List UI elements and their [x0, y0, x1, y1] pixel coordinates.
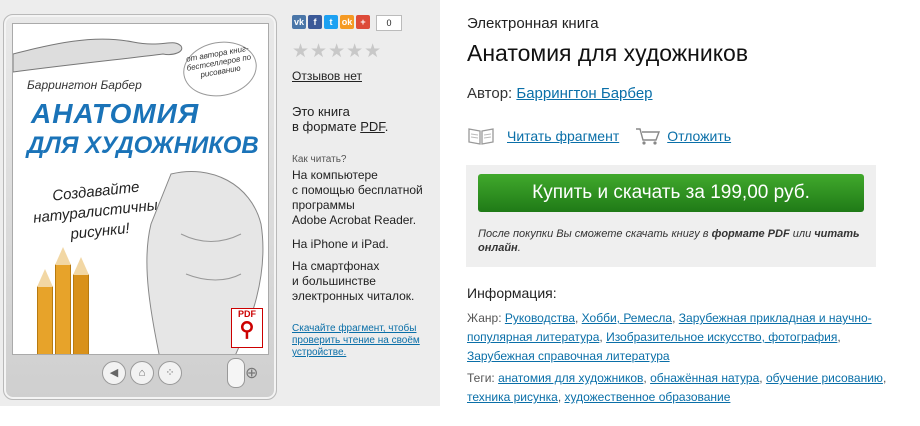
read-fragment-link[interactable]: Читать фрагмент — [507, 128, 619, 144]
social-share: vk f t ok + 0 — [292, 15, 402, 31]
pdf-icon: PDF ⚲ — [231, 308, 263, 348]
genre-link[interactable]: Изобразительное искусство, фотография — [606, 330, 837, 344]
prev-page-button[interactable]: ◀ — [102, 361, 126, 385]
info-heading: Информация: — [467, 285, 557, 301]
howto-smartphones: На смартфонах и большинстве электронных … — [292, 259, 415, 303]
genre-link[interactable]: Зарубежная справочная литература — [467, 349, 670, 363]
postpone-link[interactable]: Отложить — [667, 128, 731, 144]
ebook-label: Электронная книга — [467, 15, 599, 32]
download-fragment-link[interactable]: Скачайте фрагмент, чтобы проверить чтени… — [292, 323, 427, 359]
twitter-share-icon[interactable]: t — [324, 15, 338, 29]
tag-link[interactable]: обнажённая натура — [650, 371, 759, 385]
pencil-icon — [37, 269, 53, 354]
buy-box: Купить и скачать за 199,00 руб. После по… — [466, 165, 876, 267]
power-button[interactable] — [227, 358, 245, 388]
rating-stars[interactable]: ★★★★★ — [292, 40, 382, 63]
cart-icon — [636, 128, 661, 145]
plus-share-icon[interactable]: + — [356, 15, 370, 29]
format-info: Это книга в формате PDF. — [292, 104, 389, 134]
tag-list: Теги: анатомия для художников, обнажённа… — [467, 371, 887, 404]
pencil-icon — [73, 257, 89, 354]
cover-title-line2: ДЛЯ ХУДОЖНИКОВ — [27, 132, 259, 159]
preview-panel: от автора книг-бестселлеров по рисованию… — [0, 0, 440, 406]
genre-link[interactable]: Хобби, Ремесла — [582, 311, 672, 325]
menu-button[interactable]: ⁘ — [158, 361, 182, 385]
tag-link[interactable]: обучение рисованию — [766, 371, 883, 385]
genre-link[interactable]: Руководства — [505, 311, 575, 325]
ereader-frame: от автора книг-бестселлеров по рисованию… — [3, 14, 277, 400]
tag-link[interactable]: художественное образование — [565, 390, 731, 404]
howto-iphone: На iPhone и iPad. — [292, 237, 389, 251]
tag-link[interactable]: техника рисунка — [467, 390, 558, 404]
author-line: Автор: Баррингтон Барбер — [467, 85, 653, 102]
page-title: Анатомия для художников — [467, 40, 749, 66]
home-button[interactable]: ⌂ — [130, 361, 154, 385]
buy-note: После покупки Вы сможете скачать книгу в… — [478, 228, 860, 254]
cover-title-line1: АНАТОМИЯ — [31, 98, 200, 129]
author-link[interactable]: Баррингтон Барбер — [516, 85, 652, 102]
buy-button[interactable]: Купить и скачать за 199,00 руб. — [478, 174, 864, 212]
tag-link[interactable]: анатомия для художников — [498, 371, 643, 385]
facebook-share-icon[interactable]: f — [308, 15, 322, 29]
zoom-in-icon[interactable]: ⊕ — [245, 363, 258, 383]
format-link[interactable]: PDF — [360, 119, 385, 134]
cover-author: Баррингтон Барбер — [27, 78, 142, 92]
book-cover[interactable]: от автора книг-бестселлеров по рисованию… — [12, 23, 269, 355]
book-actions: Читать фрагмент Отложить — [467, 126, 731, 146]
howto-heading: Как читать? — [292, 154, 347, 165]
vk-share-icon[interactable]: vk — [292, 15, 306, 29]
genre-list: Жанр: Руководства, Хобби, Ремесла, Заруб… — [467, 311, 872, 363]
pencil-icon — [55, 247, 71, 354]
reviews-link[interactable]: Отзывов нет — [292, 69, 362, 83]
odnoklassniki-share-icon[interactable]: ok — [340, 15, 354, 29]
share-count: 0 — [376, 15, 402, 31]
howto-computer: На компьютере с помощью бесплатной прогр… — [292, 168, 423, 227]
open-book-icon — [468, 128, 494, 145]
